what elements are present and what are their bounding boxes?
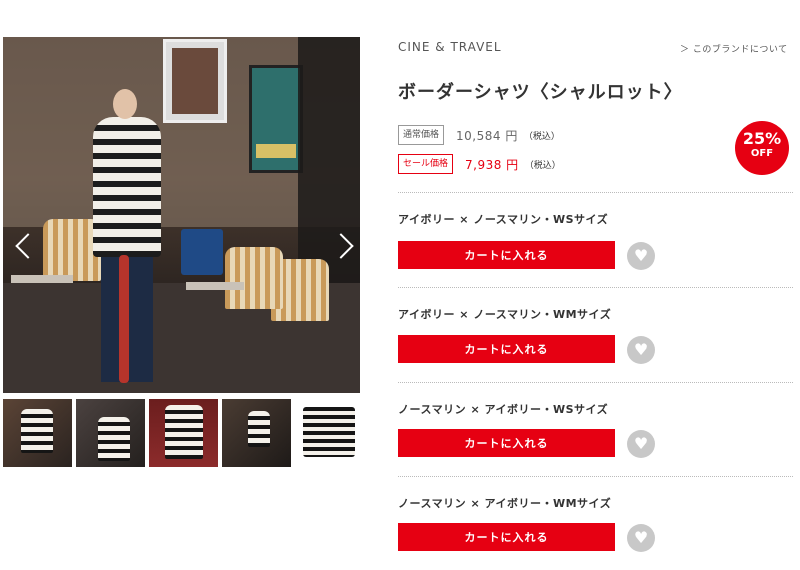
variant-name: アイボリー × ノースマリン・WSサイズ: [398, 213, 609, 226]
photo-umbrella: [119, 255, 129, 383]
photo-chair: [225, 247, 283, 309]
divider: [398, 382, 793, 383]
favorite-button[interactable]: ♥: [627, 524, 655, 552]
discount-off: OFF: [750, 148, 774, 159]
regular-price-label: 通常価格: [398, 125, 445, 145]
add-to-cart-button[interactable]: カートに入れる: [398, 523, 615, 551]
heart-icon: ♥: [633, 246, 649, 265]
photo-bag: [181, 229, 223, 275]
product-title: ボーダーシャツ〈シャルロット〉: [398, 82, 683, 103]
discount-badge: 25% OFF: [735, 121, 789, 175]
heart-icon: ♥: [633, 434, 649, 453]
main-product-photo: [3, 37, 360, 393]
sale-price: 7,938 円: [465, 157, 519, 172]
thumbnail-3[interactable]: [149, 399, 218, 467]
divider: [398, 287, 793, 288]
favorite-button[interactable]: ♥: [627, 430, 655, 458]
thumbnail-5[interactable]: [295, 399, 363, 467]
thumbnail-4[interactable]: [222, 399, 291, 467]
regular-price: 10,584 円: [456, 128, 518, 143]
add-to-cart-button[interactable]: カートに入れる: [398, 429, 615, 457]
discount-percent: 25%: [742, 129, 782, 148]
photo-table: [11, 275, 73, 283]
variant-name: アイボリー × ノースマリン・WMサイズ: [398, 308, 612, 321]
variant-name: ノースマリン × アイボリー・WMサイズ: [398, 497, 612, 510]
sale-price-row: セール価格 7,938 円 （税込）: [398, 154, 561, 176]
favorite-button[interactable]: ♥: [627, 336, 655, 364]
heart-icon: ♥: [633, 340, 649, 359]
variant-name: ノースマリン × アイボリー・WSサイズ: [398, 403, 609, 416]
photo-model-shirt: [93, 117, 161, 257]
heart-icon: ♥: [633, 528, 649, 547]
regular-price-row: 通常価格 10,584 円 （税込）: [398, 125, 560, 147]
sale-price-label: セール価格: [398, 154, 454, 174]
add-to-cart-button[interactable]: カートに入れる: [398, 241, 615, 269]
brand-about-link[interactable]: ＞ このブランドについて: [680, 42, 788, 55]
add-to-cart-button[interactable]: カートに入れる: [398, 335, 615, 363]
thumbnail-1[interactable]: [3, 399, 72, 467]
photo-poster: [249, 65, 303, 173]
divider: [398, 192, 793, 193]
photo-frame: [163, 39, 227, 123]
regular-tax-note: （税込）: [523, 131, 560, 142]
sale-tax-note: （税込）: [524, 160, 561, 171]
photo-table: [186, 282, 244, 290]
thumbnail-2[interactable]: [76, 399, 145, 467]
favorite-button[interactable]: ♥: [627, 242, 655, 270]
chevron-left-icon[interactable]: [15, 233, 41, 259]
divider: [398, 476, 793, 477]
photo-model-head: [113, 89, 137, 119]
brand-name: CINE & TRAVEL: [398, 40, 502, 54]
thumbnail-strip: [3, 399, 363, 467]
